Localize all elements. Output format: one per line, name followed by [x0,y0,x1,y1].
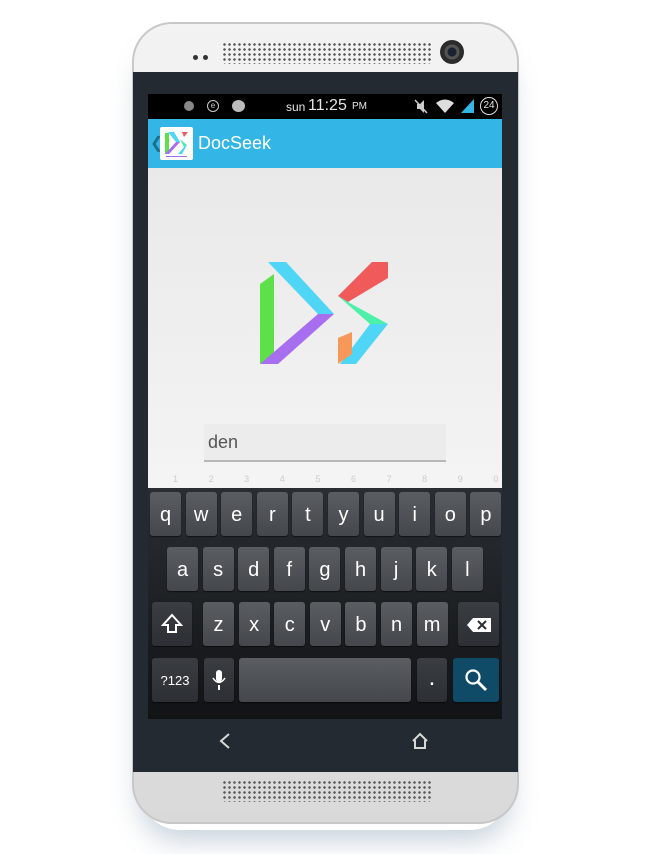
key-l[interactable]: l [451,547,483,591]
key-label: n [390,614,403,636]
status-bar: e sun 11:25 PM 24 [148,94,502,119]
search-key[interactable] [453,658,499,702]
key-z[interactable]: z [203,602,234,646]
key-label: j [393,559,399,581]
search-input[interactable] [204,424,446,462]
space-bar[interactable] [239,658,411,702]
bottom-speaker [222,780,432,802]
signal-icon [461,99,474,113]
key-label: s [213,559,224,581]
key-label: x [249,614,260,636]
key-label: a [176,559,189,581]
key-label: c [284,614,295,636]
key-c[interactable]: c [274,602,306,646]
period-key[interactable]: . [417,658,447,702]
home-icon[interactable] [411,732,429,750]
key-w[interactable]: w2 [185,475,217,536]
key-r[interactable]: r4 [256,475,288,536]
key-hint: 1 [172,474,178,484]
key-label: i [412,504,417,526]
key-f[interactable]: f [273,547,305,591]
key-label: t [305,504,311,526]
key-label: u [373,504,385,526]
mute-icon [414,99,428,114]
screen: e sun 11:25 PM 24 ❮ DocSeek den q 1 w 2 … [148,94,502,719]
status-day: sun [286,100,306,114]
status-time: 11:25 [308,97,347,114]
key-label: p [480,504,492,526]
notification-dot-icon [184,101,194,111]
key-q[interactable]: q1 [150,475,181,536]
key-label: q [159,504,172,526]
key-label: m [423,614,441,636]
key-a[interactable]: a [167,547,198,591]
key-e[interactable]: e3 [221,475,253,536]
key-hint: 8 [422,474,428,484]
key-hint: 3 [244,474,250,484]
app-title: DocSeek [198,133,272,153]
key-i[interactable]: i8 [399,475,431,536]
key-label: k [426,559,437,581]
key-y[interactable]: y6 [328,475,359,536]
backspace-icon [466,618,491,632]
status-ampm: PM [352,101,367,112]
key-k[interactable]: k [416,547,448,591]
key-label: z [213,614,224,636]
key-b[interactable]: b [345,602,377,646]
search-icon [465,669,488,692]
key-hint: 0 [493,474,499,484]
wifi-icon [436,99,454,113]
backspace-key[interactable] [458,602,499,646]
key-hint: 2 [208,474,214,484]
key-p[interactable]: p0 [470,475,502,536]
battery-indicator: 24 [480,97,498,115]
top-speaker [222,42,432,64]
key-hint: 5 [315,474,321,484]
key-hint: 4 [279,474,285,484]
symbols-key[interactable]: ?123 [152,658,198,702]
app-logo-icon[interactable] [160,127,193,160]
action-bar: ❮ DocSeek [148,119,502,168]
key-t[interactable]: t5 [292,475,324,536]
key-label: v [320,614,331,636]
key-label: w [193,504,209,526]
shift-key[interactable] [152,602,192,646]
key-label: o [444,504,456,526]
back-icon[interactable] [217,732,233,750]
front-camera [440,40,464,64]
voice-input-key[interactable] [204,658,234,702]
key-label: y [338,504,349,526]
microphone-icon [212,670,226,690]
key-label: f [286,559,293,581]
key-n[interactable]: n [381,602,412,646]
key-m[interactable]: m [416,602,448,646]
key-label: r [268,504,276,526]
navigation-bar [133,720,518,770]
key-s[interactable]: s [202,547,234,591]
key-label: d [248,559,260,581]
key-label: h [354,559,367,581]
key-hint: 6 [350,474,356,484]
key-x[interactable]: x [238,602,270,646]
key-label: l [465,559,470,581]
key-o[interactable]: o9 [434,475,466,536]
key-label: b [355,614,367,636]
sensor-dot [203,55,208,60]
soft-keyboard: q1w2e3r4t5y6u7i8o9p0 asdfghjkl zxcvbnm ?… [148,475,502,719]
key-hint: 7 [386,474,392,484]
docseek-logo [260,262,388,364]
key-u[interactable]: u7 [363,475,395,536]
key-label: g [319,559,331,581]
email-notification-icon: e [207,100,219,112]
key-hint: 9 [457,474,463,484]
adblock-notification-icon [232,100,245,112]
sensor-dot [193,55,198,60]
key-label: e [231,504,243,526]
shift-icon [160,613,184,633]
key-v[interactable]: v [309,602,341,646]
key-h[interactable]: h [345,547,376,591]
key-d[interactable]: d [238,547,270,591]
key-g[interactable]: g [309,547,341,591]
key-j[interactable]: j [380,547,412,591]
